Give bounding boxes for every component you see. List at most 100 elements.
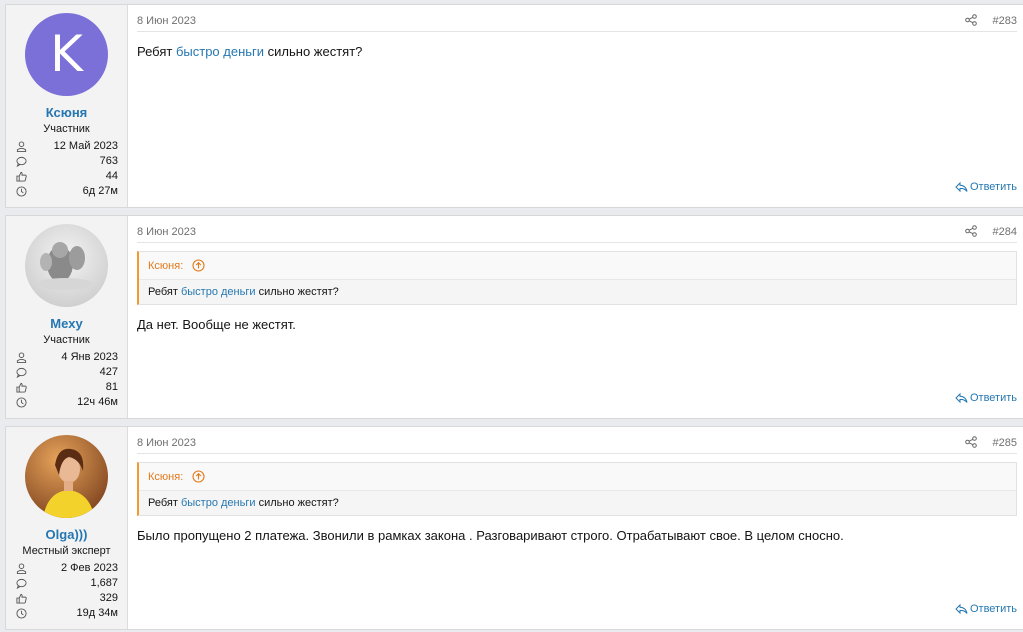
stat-joined: 4 Янв 2023 — [16, 350, 118, 365]
share-icon[interactable] — [965, 225, 977, 237]
share-icon[interactable] — [965, 436, 977, 448]
quote-block: Ксюня: Ребят быстро деньги сильно жестят… — [137, 251, 1017, 305]
arrow-up-circle-icon[interactable] — [192, 470, 205, 483]
user-title: Участник — [43, 334, 90, 346]
quote-header[interactable]: Ксюня: — [139, 252, 1016, 280]
user-column: Olga))) Местный эксперт 2 Фев 2023 1,687… — [6, 427, 128, 629]
stat-reactions: 329 — [16, 591, 118, 606]
body-text-after: сильно жестят? — [264, 44, 363, 59]
username[interactable]: Mexy — [6, 316, 127, 331]
stat-reactions: 44 — [16, 169, 118, 184]
thumbs-up-icon — [16, 171, 27, 182]
stat-online-value: 19д 34м — [76, 607, 118, 619]
reply-label: Ответить — [969, 603, 1017, 615]
quote-link[interactable]: быстро деньги — [181, 497, 256, 509]
reply-icon — [955, 603, 968, 615]
stat-reactions-value: 329 — [99, 592, 118, 604]
thread: K Ксюня Участник 12 Май 2023 763 44 6д 2… — [0, 0, 1023, 632]
message-header: 8 Июн 2023 #284 — [137, 216, 1017, 243]
user-icon — [16, 141, 27, 152]
post: Olga))) Местный эксперт 2 Фев 2023 1,687… — [5, 426, 1023, 630]
post-number[interactable]: #284 — [993, 226, 1017, 238]
post: K Ксюня Участник 12 Май 2023 763 44 6д 2… — [5, 4, 1023, 208]
user-stats: 12 Май 2023 763 44 6д 27м — [16, 139, 118, 199]
quote-body: Ребят быстро деньги сильно жестят? — [148, 497, 339, 509]
reply-icon — [955, 181, 968, 193]
quote-body: Ребят быстро деньги сильно жестят? — [148, 286, 339, 298]
username[interactable]: Ксюня — [6, 105, 127, 120]
post-number[interactable]: #285 — [993, 437, 1017, 449]
message-header: 8 Июн 2023 #285 — [137, 427, 1017, 454]
message-column: 8 Июн 2023 #285 Ксюня: Ребят быстро день… — [137, 427, 1017, 629]
quote-link[interactable]: быстро деньги — [181, 286, 256, 298]
user-stats: 2 Фев 2023 1,687 329 19д 34м — [16, 561, 118, 621]
user-column: K Ксюня Участник 12 Май 2023 763 44 6д 2… — [6, 5, 128, 207]
user-title: Местный эксперт — [22, 545, 111, 557]
thumbs-up-icon — [16, 593, 27, 604]
stat-messages-value: 427 — [99, 366, 118, 378]
stat-reactions: 81 — [16, 380, 118, 395]
stat-messages-value: 1,687 — [90, 577, 118, 589]
avatar[interactable] — [25, 224, 108, 307]
message-column: 8 Июн 2023 #283 Ребят быстро деньги силь… — [137, 5, 1017, 207]
user-stats: 4 Янв 2023 427 81 12ч 46м — [16, 350, 118, 410]
clock-icon — [16, 186, 27, 197]
username[interactable]: Olga))) — [6, 527, 127, 542]
body-link[interactable]: быстро деньги — [176, 44, 264, 59]
comment-icon — [16, 578, 27, 589]
post: Mexy Участник 4 Янв 2023 427 81 12ч 46м — [5, 215, 1023, 419]
stat-joined-value: 12 Май 2023 — [53, 140, 118, 152]
post-date[interactable]: 8 Июн 2023 — [137, 437, 196, 449]
stat-joined: 12 Май 2023 — [16, 139, 118, 154]
body-text-before: Ребят — [137, 44, 176, 59]
quote-text-before: Ребят — [148, 497, 181, 509]
stat-joined-value: 2 Фев 2023 — [60, 562, 118, 574]
stat-messages: 763 — [16, 154, 118, 169]
stat-joined: 2 Фев 2023 — [16, 561, 118, 576]
reply-label: Ответить — [969, 392, 1017, 404]
quote-author[interactable]: Ксюня: — [148, 260, 183, 272]
post-number[interactable]: #283 — [993, 15, 1017, 27]
message-body: Было пропущено 2 платежа. Звонили в рамк… — [137, 528, 844, 543]
message-column: 8 Июн 2023 #284 Ксюня: Ребят быстро день… — [137, 216, 1017, 418]
stat-online-value: 6д 27м — [82, 185, 118, 197]
user-icon — [16, 563, 27, 574]
thumbs-up-icon — [16, 382, 27, 393]
stat-messages: 427 — [16, 365, 118, 380]
arrow-up-circle-icon[interactable] — [192, 259, 205, 272]
stat-online: 12ч 46м — [16, 395, 118, 410]
clock-icon — [16, 608, 27, 619]
post-date[interactable]: 8 Июн 2023 — [137, 15, 196, 27]
message-header: 8 Июн 2023 #283 — [137, 5, 1017, 32]
stat-messages: 1,687 — [16, 576, 118, 591]
reply-button[interactable]: Ответить — [955, 603, 1017, 615]
share-icon[interactable] — [965, 14, 977, 26]
stat-reactions-value: 44 — [105, 170, 118, 182]
avatar[interactable]: K — [25, 13, 108, 96]
post-date[interactable]: 8 Июн 2023 — [137, 226, 196, 238]
stat-messages-value: 763 — [99, 155, 118, 167]
quote-text-after: сильно жестят? — [255, 286, 339, 298]
user-icon — [16, 352, 27, 363]
stat-online-value: 12ч 46м — [77, 396, 118, 408]
stat-reactions-value: 81 — [105, 381, 118, 393]
quote-header[interactable]: Ксюня: — [139, 463, 1016, 491]
quote-author[interactable]: Ксюня: — [148, 471, 183, 483]
avatar[interactable] — [25, 435, 108, 518]
comment-icon — [16, 367, 27, 378]
user-column: Mexy Участник 4 Янв 2023 427 81 12ч 46м — [6, 216, 128, 418]
comment-icon — [16, 156, 27, 167]
clock-icon — [16, 397, 27, 408]
quote-text-before: Ребят — [148, 286, 181, 298]
quote-block: Ксюня: Ребят быстро деньги сильно жестят… — [137, 462, 1017, 516]
reply-icon — [955, 392, 968, 404]
user-title: Участник — [43, 123, 90, 135]
reply-label: Ответить — [969, 181, 1017, 193]
message-body: Ребят быстро деньги сильно жестят? — [137, 44, 362, 59]
stat-online: 19д 34м — [16, 606, 118, 621]
message-body: Да нет. Вообще не жестят. — [137, 317, 296, 332]
reply-button[interactable]: Ответить — [955, 392, 1017, 404]
reply-button[interactable]: Ответить — [955, 181, 1017, 193]
stat-joined-value: 4 Янв 2023 — [61, 351, 118, 363]
stat-online: 6д 27м — [16, 184, 118, 199]
